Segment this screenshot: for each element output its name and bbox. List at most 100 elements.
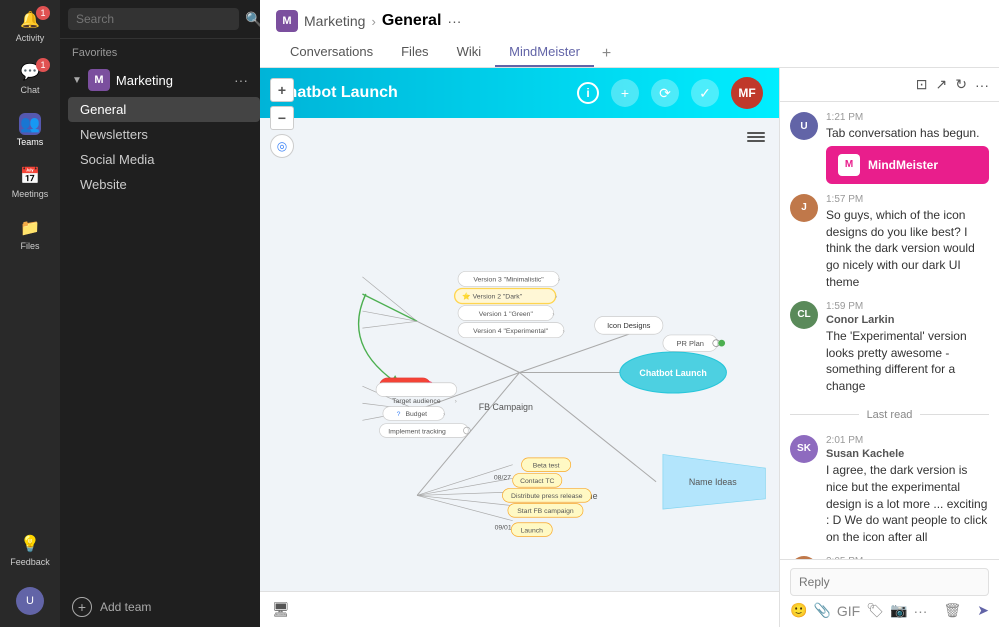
message-time: 1:59 PM [826,301,989,312]
mindmap-bottombar: 🖥 [260,591,779,627]
svg-text:›: › [558,277,560,284]
message-time: 1:21 PM [826,112,989,123]
svg-text:Launch: Launch [521,527,544,534]
message-row: CL 1:59 PM Conor Larkin The 'Experimenta… [790,301,989,395]
chat-panel: ⊡ ↗ ↻ ··· U 1:21 PM Tab conversation has… [779,68,999,627]
message-content: 2:01 PM Susan Kachele I agree, the dark … [826,435,989,546]
attach-icon[interactable]: 📎 [813,602,830,619]
mindmeister-card[interactable]: M MindMeister [826,146,989,184]
message-content: 1:57 PM So guys, which of the icon desig… [826,194,989,291]
divider-line [920,414,989,415]
channel-panel: 🔍 ✏️ Favorites ▼ M Marketing ··· General… [60,0,260,627]
tab-mindmeister[interactable]: MindMeister [495,38,594,67]
feedback-icon: 💡 [19,533,41,555]
meetings-icon: 📅 [19,165,41,187]
content-area: Chatbot Launch i + ⟳ ✓ MF + − ◎ [260,68,999,627]
topbar-avatar: MF [731,77,763,109]
gif-icon[interactable]: GIF [837,603,860,619]
mindmap-title: Chatbot Launch [276,84,565,102]
svg-text:Start FB campaign: Start FB campaign [517,508,574,515]
header-team-name: Marketing [304,13,365,29]
add-team-label: Add team [100,600,151,614]
avatar: J [790,194,818,222]
header-channel-name: General [382,12,442,30]
svg-text:Icon Designs: Icon Designs [607,321,651,330]
mindmap-topbar: Chatbot Launch i + ⟳ ✓ MF [260,68,779,118]
svg-text:Target audience: Target audience [392,398,441,405]
chat-popout-icon[interactable]: ↗ [936,76,948,93]
add-team-button[interactable]: + Add team [60,587,260,627]
header-more-button[interactable]: ··· [447,13,461,29]
chat-input-toolbar: 🙂 📎 GIF 🏷 📷 ··· 🗑 ➤ [790,596,989,619]
send-icon[interactable]: ➤ [977,602,989,619]
svg-text:Budget: Budget [405,411,427,418]
meeting-icon[interactable]: 📷 [890,602,907,619]
sidebar-item-meetings[interactable]: 📅 Meetings [4,156,56,208]
message-text: So guys, which of the icon designs do yo… [826,207,989,291]
breadcrumb-sep: › [371,14,375,29]
svg-text:Implement tracking: Implement tracking [388,428,446,435]
favorites-label: Favorites [60,39,260,63]
mindmap-svg: Chatbot Launch Icon Designs PR Plan Vers… [260,118,779,627]
topbar-share-icon[interactable]: ⟳ [651,79,679,107]
files-label: Files [20,241,39,251]
svg-text:›: › [552,311,554,318]
files-icon: 📁 [19,217,41,239]
svg-text:Version 4 "Experimental": Version 4 "Experimental" [473,328,548,335]
tab-files[interactable]: Files [387,38,442,67]
chat-expand-icon[interactable]: ⊡ [916,76,928,93]
sidebar-item-files[interactable]: 📁 Files [4,208,56,260]
channel-item-website[interactable]: Website [68,172,260,197]
channel-item-social-media[interactable]: Social Media [68,147,260,172]
mindmeister-label: MindMeister [868,158,938,172]
feedback-label: Feedback [10,557,50,567]
message-row: SK 2:01 PM Susan Kachele I agree, the da… [790,435,989,546]
sidebar-item-chat[interactable]: 💬 1 Chat [4,52,56,104]
more-tools-icon[interactable]: ··· [913,603,927,619]
channel-item-general[interactable]: General [68,97,260,122]
message-row: U 1:21 PM Tab conversation has begun. M … [790,112,989,184]
sidebar-item-teams[interactable]: 👥 Teams [4,104,56,156]
message-text: The 'Experimental' version looks pretty … [826,328,989,395]
main-area: M Marketing › General ··· Conversations … [260,0,999,627]
zoom-in-button[interactable]: + [270,78,294,102]
emoji-icon[interactable]: 🙂 [790,602,807,619]
reply-input[interactable] [790,568,989,596]
team-icon: M [88,69,110,91]
search-bar: 🔍 ✏️ [60,0,260,39]
team-more-icon[interactable]: ··· [234,72,248,88]
chat-more-icon[interactable]: ··· [975,77,989,93]
mindmeister-logo: M [838,154,860,176]
monitor-icon[interactable]: 🖥 [272,601,290,618]
user-avatar-sidebar[interactable]: U [4,575,56,627]
channel-item-newsletters[interactable]: Newsletters [68,122,260,147]
sidebar-item-activity[interactable]: 🔔 1 Activity [4,0,56,52]
sticker-icon[interactable]: 🏷 [866,602,884,619]
mindmap-container[interactable]: Chatbot Launch i + ⟳ ✓ MF + − ◎ [260,68,779,627]
svg-text:08/27: 08/27 [494,475,511,482]
svg-text:⭐ Version 2 "Dark": ⭐ Version 2 "Dark" [462,292,522,301]
svg-text:›: › [455,398,457,405]
svg-text:Name Ideas: Name Ideas [689,477,737,487]
delete-icon[interactable]: 🗑 [943,602,961,619]
chat-messages: U 1:21 PM Tab conversation has begun. M … [780,102,999,559]
tab-wiki[interactable]: Wiki [443,38,496,67]
main-header: M Marketing › General ··· Conversations … [260,0,999,68]
svg-text:Beta test: Beta test [533,462,560,469]
avatar: U [16,587,44,615]
svg-text:›: › [563,328,565,335]
svg-text:09/01: 09/01 [495,525,512,532]
sidebar-item-feedback[interactable]: 💡 Feedback [4,525,56,575]
svg-text:Contact TC: Contact TC [520,478,554,485]
chat-badge: 1 [36,58,50,72]
add-tab-button[interactable]: + [594,41,619,67]
topbar-check-icon[interactable]: ✓ [691,79,719,107]
teams-label: Teams [17,137,44,147]
info-icon[interactable]: i [577,82,599,104]
search-input[interactable] [68,8,239,30]
tab-conversations[interactable]: Conversations [276,38,387,67]
team-header-marketing[interactable]: ▼ M Marketing ··· [60,63,260,97]
topbar-add-icon[interactable]: + [611,79,639,107]
activity-label: Activity [16,33,45,43]
chat-refresh-icon[interactable]: ↻ [955,76,967,93]
